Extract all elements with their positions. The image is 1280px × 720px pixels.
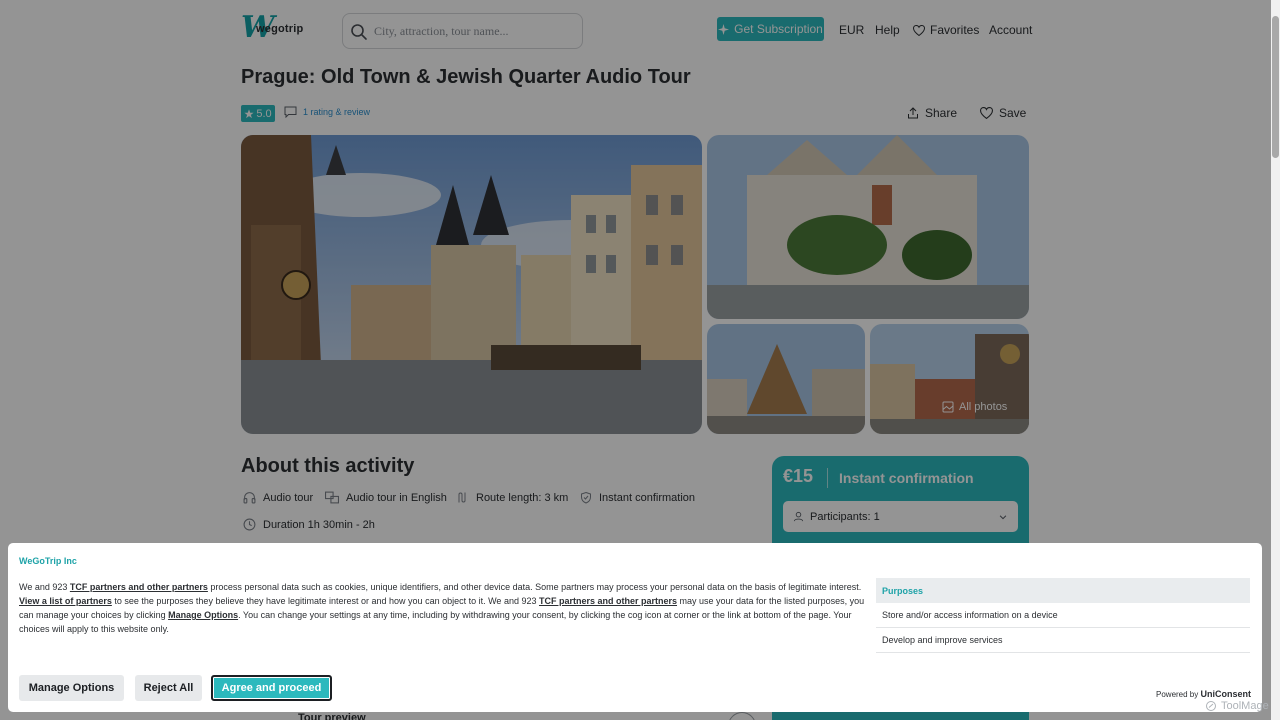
tcf-partners-link[interactable]: TCF partners and other partners xyxy=(70,582,208,592)
consent-text-part: process personal data such as cookies, u… xyxy=(207,582,862,592)
watermark-logo-icon xyxy=(1206,701,1216,711)
view-partners-link[interactable]: View a list of partners xyxy=(19,596,112,606)
consent-description: We and 923 TCF partners and other partne… xyxy=(19,580,867,636)
watermark-text: ToolMage xyxy=(1221,700,1269,712)
consent-text-part: We and 923 xyxy=(19,582,70,592)
powered-prefix: Powered by xyxy=(1156,690,1201,699)
manage-options-button[interactable]: Manage Options xyxy=(19,675,124,701)
cookie-consent-dialog: WeGoTrip Inc We and 923 TCF partners and… xyxy=(8,543,1262,712)
powered-by: Powered by UniConsent xyxy=(1156,689,1251,699)
uniconsent-brand[interactable]: UniConsent xyxy=(1200,689,1251,699)
scrollbar-thumb[interactable] xyxy=(1272,16,1279,158)
purposes-heading: Purposes xyxy=(876,578,1250,603)
manage-options-link[interactable]: Manage Options xyxy=(168,610,238,620)
purpose-item[interactable]: Develop and improve services xyxy=(876,628,1250,653)
agree-and-proceed-button[interactable]: Agree and proceed xyxy=(211,675,332,701)
purposes-panel: Purposes Store and/or access information… xyxy=(876,578,1250,653)
consent-company-name: WeGoTrip Inc xyxy=(19,556,77,566)
reject-all-button[interactable]: Reject All xyxy=(135,675,202,701)
consent-text-part: to see the purposes they believe they ha… xyxy=(111,596,539,606)
purpose-item[interactable]: Store and/or access information on a dev… xyxy=(876,603,1250,628)
tcf-partners-link-2[interactable]: TCF partners and other partners xyxy=(539,596,677,606)
toolmage-watermark: ToolMage xyxy=(1205,700,1269,712)
